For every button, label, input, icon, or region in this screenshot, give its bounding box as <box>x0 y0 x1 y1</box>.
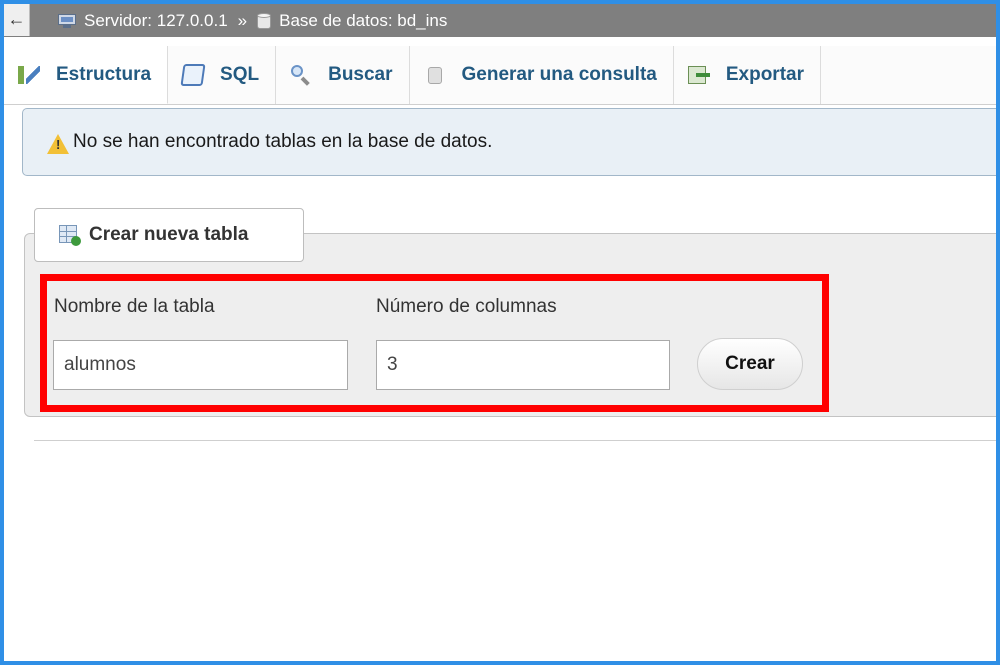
tab-bar: Estructura SQL Buscar Generar una consul… <box>4 46 996 105</box>
tab-label: Exportar <box>725 64 804 85</box>
tab-label: SQL <box>220 64 260 85</box>
search-icon <box>290 64 312 86</box>
server-icon <box>58 13 76 28</box>
breadcrumb: ← Servidor: 127.0.0.1 » Base de datos: b… <box>4 4 996 37</box>
tab-estructura[interactable]: Estructura <box>4 46 169 104</box>
sql-icon <box>180 64 206 86</box>
tab-label: Generar una consulta <box>461 64 657 85</box>
notice-message: No se han encontrado tablas en la base d… <box>73 131 493 152</box>
database-icon <box>257 12 272 29</box>
app-frame: ← Servidor: 127.0.0.1 » Base de datos: b… <box>0 0 1000 665</box>
tab-sql[interactable]: SQL <box>168 46 277 104</box>
create-table-title: Crear nueva tabla <box>89 224 249 245</box>
breadcrumb-separator: » <box>237 10 248 30</box>
back-button[interactable]: ← <box>4 4 30 36</box>
breadcrumb-database-link[interactable]: Base de datos: bd_ins <box>279 11 447 31</box>
export-icon <box>687 64 710 86</box>
new-table-icon <box>59 225 81 246</box>
tab-label: Estructura <box>56 63 152 85</box>
tab-exportar[interactable]: Exportar <box>674 46 821 104</box>
tab-generar-consulta[interactable]: Generar una consulta <box>410 46 674 104</box>
tab-label: Buscar <box>328 64 393 85</box>
warning-icon <box>47 134 69 154</box>
create-table-legend: Crear nueva tabla <box>34 208 304 262</box>
structure-icon <box>18 64 40 86</box>
highlight-annotation <box>40 274 829 412</box>
divider <box>34 440 996 441</box>
query-icon <box>424 64 446 86</box>
tab-buscar[interactable]: Buscar <box>276 46 410 104</box>
breadcrumb-server-link[interactable]: Servidor: 127.0.0.1 <box>84 11 228 31</box>
no-tables-notice: No se han encontrado tablas en la base d… <box>22 108 996 176</box>
